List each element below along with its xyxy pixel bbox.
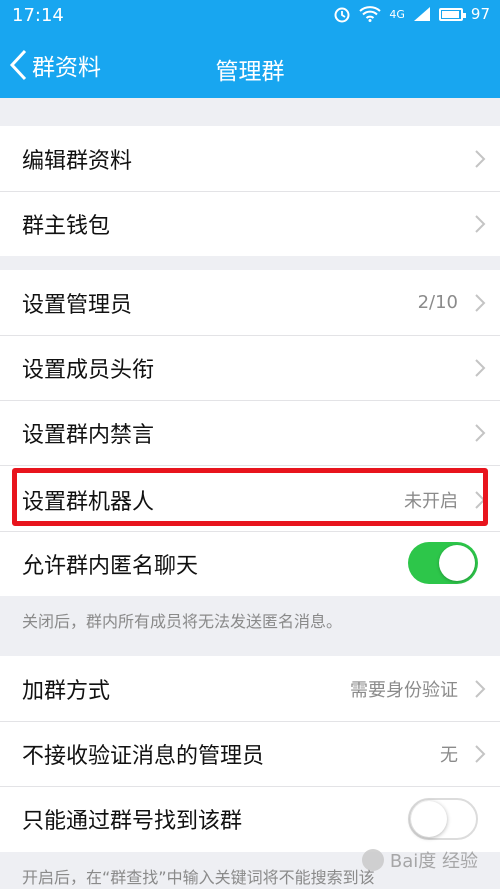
row-label: 只能通过群号找到该群	[22, 808, 243, 834]
row-join-method[interactable]: 加群方式 需要身份验证	[0, 656, 500, 721]
signal-icon	[413, 6, 431, 22]
row-label: 编辑群资料	[22, 148, 133, 174]
row-value: 未开启	[404, 490, 458, 512]
row-value: 需要身份验证	[350, 679, 458, 701]
row-edit-group-info[interactable]: 编辑群资料	[0, 126, 500, 191]
chevron-right-icon	[475, 491, 486, 509]
status-time: 17:14	[12, 5, 64, 26]
chevron-right-icon	[475, 215, 486, 233]
chevron-right-icon	[475, 745, 486, 763]
paw-logo-icon	[361, 849, 384, 871]
battery-icon	[438, 7, 466, 21]
nav-bar: 群资料 管理群	[0, 38, 500, 98]
network-type: 4G	[389, 7, 405, 21]
baidu-watermark: Bai度 经验	[361, 847, 478, 873]
wifi-icon	[359, 6, 382, 22]
settings-group-admin: 设置管理员 2/10 设置成员头衔 设置群内禁言 设置群机器人 未开启 允许群内…	[0, 270, 500, 596]
row-label: 不接收验证消息的管理员	[22, 743, 265, 769]
chevron-right-icon	[475, 680, 486, 698]
chevron-right-icon	[475, 424, 486, 442]
row-group-mute[interactable]: 设置群内禁言	[0, 400, 500, 465]
watermark-text: Bai度 经验	[389, 851, 478, 872]
settings-group-info: 编辑群资料 群主钱包	[0, 126, 500, 256]
toggle-knob	[411, 801, 447, 837]
find-by-number-toggle[interactable]	[408, 798, 478, 840]
row-value: 2/10	[417, 292, 458, 313]
chevron-right-icon	[475, 294, 486, 312]
row-label: 设置管理员	[22, 292, 133, 318]
anonymous-note: 关闭后，群内所有成员将无法发送匿名消息。	[22, 612, 343, 631]
row-owner-wallet[interactable]: 群主钱包	[0, 191, 500, 256]
chevron-right-icon	[475, 359, 486, 377]
settings-group-join: 加群方式 需要身份验证 不接收验证消息的管理员 无 只能通过群号找到该群	[0, 656, 500, 852]
row-group-robot[interactable]: 设置群机器人 未开启	[0, 467, 500, 532]
row-label: 加群方式	[22, 678, 111, 704]
row-label: 设置群机器人	[22, 489, 155, 515]
row-find-by-number: 只能通过群号找到该群	[0, 786, 500, 851]
divider	[0, 465, 500, 466]
chevron-right-icon	[475, 150, 486, 168]
find-note: 开启后，在“群查找”中输入关键词将不能搜索到该	[22, 868, 375, 887]
row-value: 无	[440, 744, 458, 766]
row-set-admins[interactable]: 设置管理员 2/10	[0, 270, 500, 335]
row-no-verify-admins[interactable]: 不接收验证消息的管理员 无	[0, 721, 500, 786]
row-label: 设置成员头衔	[22, 357, 155, 383]
row-label: 设置群内禁言	[22, 422, 155, 448]
toggle-knob	[439, 545, 475, 581]
row-anonymous-chat: 允许群内匿名聊天	[0, 531, 500, 596]
top-bar: 17:14 4G 97 群资料 管理群	[0, 0, 500, 98]
row-member-titles[interactable]: 设置成员头衔	[0, 335, 500, 400]
alarm-icon	[333, 5, 351, 23]
page-title: 管理群	[215, 59, 285, 85]
row-label: 群主钱包	[22, 213, 111, 239]
status-bar: 17:14 4G 97	[0, 0, 500, 32]
battery-level: 97	[470, 5, 490, 23]
row-label: 允许群内匿名聊天	[22, 553, 199, 579]
status-icons: 4G 97	[333, 5, 490, 23]
anonymous-chat-toggle[interactable]	[408, 542, 478, 584]
